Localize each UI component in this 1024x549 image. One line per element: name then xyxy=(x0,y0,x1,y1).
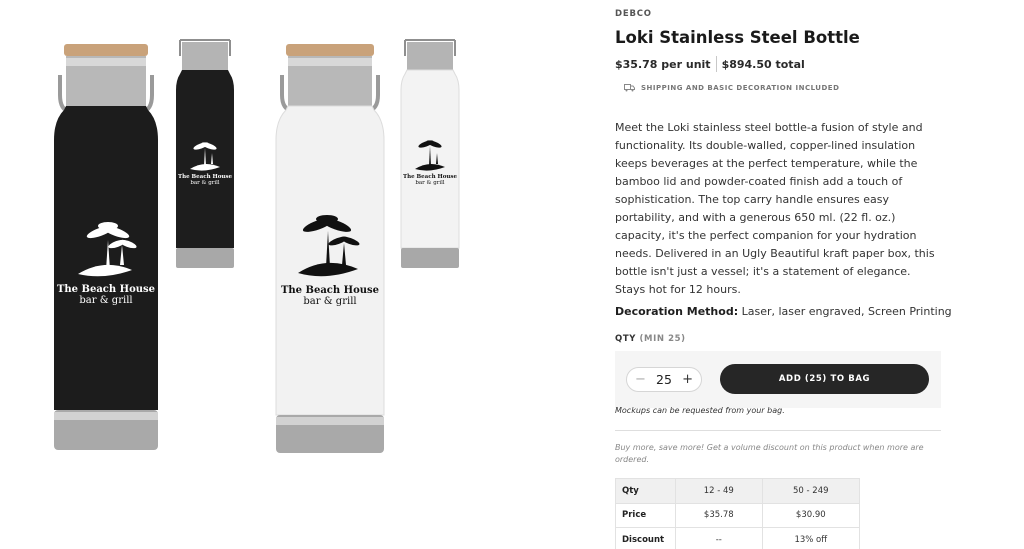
table-cell: $35.78 xyxy=(675,502,763,528)
mockup-note: Mockups can be requested from your bag. xyxy=(615,406,785,415)
table-header-cell: Qty xyxy=(615,478,676,504)
total-price: $894.50 total xyxy=(721,57,805,71)
divider xyxy=(615,430,941,431)
product-image-gallery: The Beach House bar & grill The Beach Ho… xyxy=(0,0,600,549)
add-to-bag-panel: − 25 + ADD (25) TO BAG xyxy=(615,351,941,408)
product-description: Meet the Loki stainless steel bottle-a f… xyxy=(615,121,935,296)
qty-min-label: (MIN 25) xyxy=(639,334,686,344)
volume-discount-note: Buy more, save more! Get a volume discou… xyxy=(615,443,924,464)
product-image-white-small: The Beach House bar & grill xyxy=(399,36,461,270)
decoration-method-label: Decoration Method: xyxy=(615,305,739,318)
table-header-cell: 12 - 49 xyxy=(675,478,763,504)
product-title: Loki Stainless Steel Bottle xyxy=(615,28,860,47)
decoration-method-value: Laser, laser engraved, Screen Printing xyxy=(738,305,952,318)
increase-quantity-button[interactable]: + xyxy=(682,372,693,387)
shipping-note: SHIPPING AND BASIC DECORATION INCLUDED xyxy=(624,84,839,92)
product-image-black-small: The Beach House bar & grill xyxy=(174,36,236,270)
price-divider xyxy=(715,56,717,72)
brand-name: DEBCO xyxy=(615,9,652,19)
quantity-stepper: − 25 + xyxy=(626,367,702,392)
bottle-logo-line2: bar & grill xyxy=(303,296,357,307)
price-summary: $35.78 per unit $894.50 total xyxy=(615,56,805,72)
product-image-black-large: The Beach House bar & grill xyxy=(52,40,160,456)
decoration-method: Decoration Method: Laser, laser engraved… xyxy=(615,305,952,318)
truck-icon xyxy=(624,84,635,92)
table-cell: $30.90 xyxy=(761,502,861,528)
qty-label: QTY (MIN 25) xyxy=(615,334,686,344)
bottle-logo-line1: The Beach House xyxy=(56,284,156,295)
product-image-white-large: The Beach House bar & grill xyxy=(274,41,386,455)
bottle-logo-line2: bar & grill xyxy=(79,295,133,306)
bottle-logo-line2: bar & grill xyxy=(190,180,220,186)
table-cell: -- xyxy=(675,527,763,549)
bottle-logo-line2: bar & grill xyxy=(415,180,445,186)
volume-pricing-table: Qty 12 - 49 50 - 249 Price $35.78 $30.90… xyxy=(615,478,861,549)
table-header-cell: 50 - 249 xyxy=(761,478,861,504)
bottle-logo-line1: The Beach House xyxy=(280,285,380,296)
qty-label-text: QTY xyxy=(615,334,636,344)
table-row: Discount -- 13% off xyxy=(615,527,861,549)
decrease-quantity-button[interactable]: − xyxy=(635,372,646,387)
quantity-input[interactable]: 25 xyxy=(656,372,672,387)
shipping-note-text: SHIPPING AND BASIC DECORATION INCLUDED xyxy=(641,84,840,92)
table-row: Price $35.78 $30.90 xyxy=(615,502,861,528)
table-row-label: Price xyxy=(615,502,676,528)
add-to-bag-button[interactable]: ADD (25) TO BAG xyxy=(720,364,929,394)
table-cell: 13% off xyxy=(761,527,861,549)
unit-price: $35.78 per unit xyxy=(615,57,711,71)
table-header-row: Qty 12 - 49 50 - 249 xyxy=(615,478,861,504)
table-row-label: Discount xyxy=(615,527,676,549)
